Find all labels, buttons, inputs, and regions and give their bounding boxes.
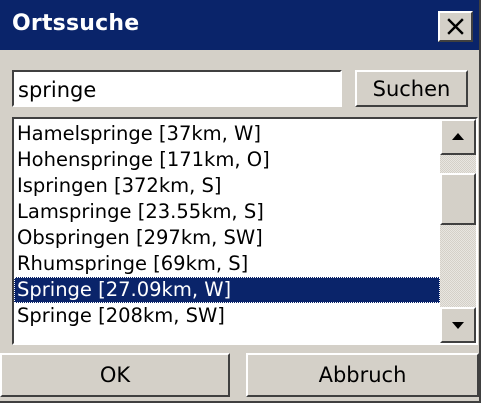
- ok-button[interactable]: OK: [0, 353, 230, 397]
- scrollbar-thumb[interactable]: [440, 173, 476, 225]
- search-button[interactable]: Suchen: [355, 70, 468, 107]
- close-button[interactable]: [438, 11, 473, 42]
- scroll-up-arrow-icon: [452, 133, 464, 140]
- scroll-down-arrow-icon: [452, 322, 464, 329]
- result-list-item[interactable]: Hamelspringe [37km, W]: [14, 121, 440, 147]
- result-list-item[interactable]: Springe [208km, SW]: [14, 303, 440, 329]
- search-input[interactable]: [12, 70, 342, 107]
- vertical-scrollbar[interactable]: [440, 119, 476, 343]
- scroll-up-button[interactable]: [440, 119, 476, 155]
- results-listbox[interactable]: Hamelspringe [37km, W] Hohenspringe [171k…: [12, 117, 478, 345]
- results-list: Hamelspringe [37km, W] Hohenspringe [171k…: [14, 121, 440, 329]
- scroll-down-button[interactable]: [440, 307, 476, 343]
- window-title: Ortssuche: [12, 11, 140, 36]
- result-list-item[interactable]: Obspringen [297km, SW]: [14, 225, 440, 251]
- close-icon: [447, 18, 464, 35]
- location-search-dialog: Ortssuche Suchen Hamelspringe [37km, W]H…: [0, 0, 481, 403]
- result-list-item[interactable]: Lamspringe [23.55km, S]: [14, 199, 440, 225]
- result-list-item[interactable]: Hohenspringe [171km, O]: [14, 147, 440, 173]
- title-bar: Ortssuche: [0, 0, 479, 50]
- result-list-item[interactable]: Ispringen [372km, S]: [14, 173, 440, 199]
- result-list-item[interactable]: Springe [27.09km, W]: [14, 277, 440, 303]
- result-list-item[interactable]: Rhumspringe [69km, S]: [14, 251, 440, 277]
- cancel-button[interactable]: Abbruch: [246, 353, 479, 397]
